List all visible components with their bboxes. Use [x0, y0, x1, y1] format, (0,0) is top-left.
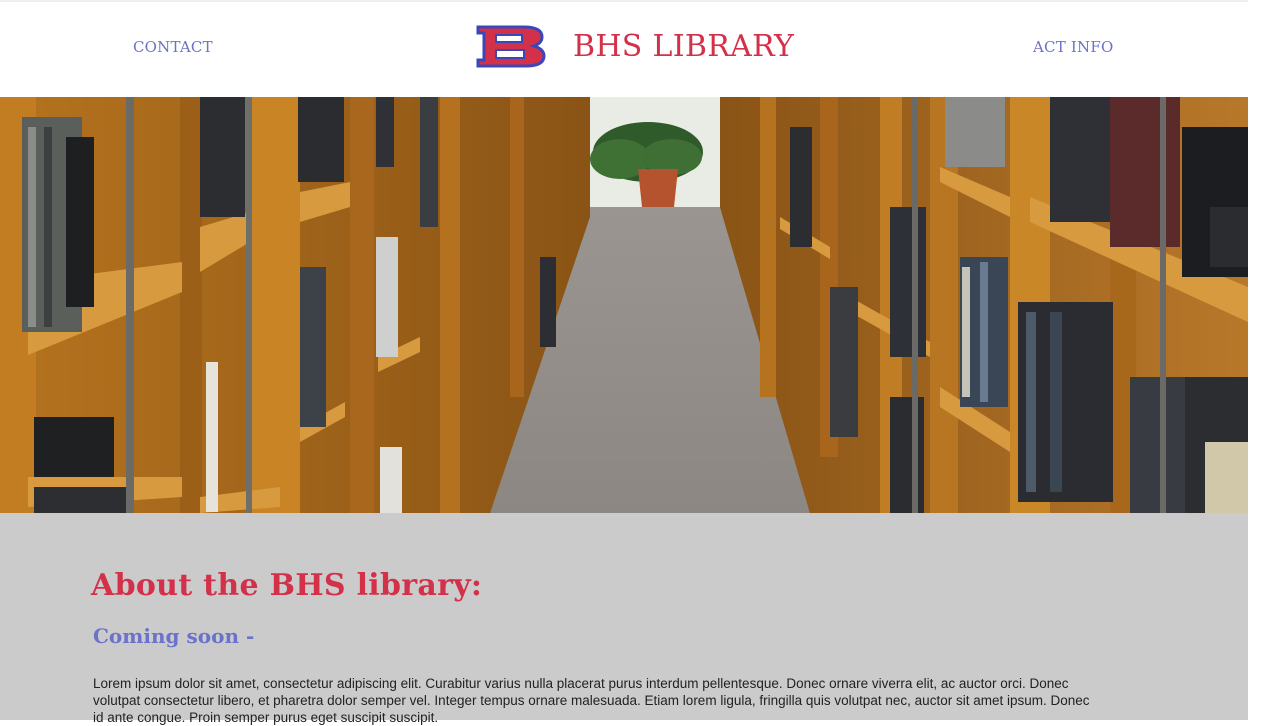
library-aisle-illustration [0, 97, 1248, 513]
about-title: About the BHS library: [91, 568, 483, 603]
hero-image [0, 97, 1248, 513]
school-logo-icon[interactable] [476, 24, 546, 68]
about-subtitle: Coming soon - [93, 624, 255, 648]
site-header: CONTACT BHS LIBRARY ACT INFO [0, 0, 1248, 97]
about-body-text: Lorem ipsum dolor sit amet, consectetur … [93, 676, 1090, 725]
site-title[interactable]: BHS LIBRARY [573, 29, 794, 64]
right-gutter [1248, 0, 1280, 720]
page-frame: CONTACT BHS LIBRARY ACT INFO About the B… [0, 0, 1248, 725]
nav-act-info-link[interactable]: ACT INFO [1033, 38, 1113, 56]
about-section: About the BHS library: Coming soon - Lor… [0, 513, 1248, 725]
nav-contact-link[interactable]: CONTACT [133, 38, 213, 56]
